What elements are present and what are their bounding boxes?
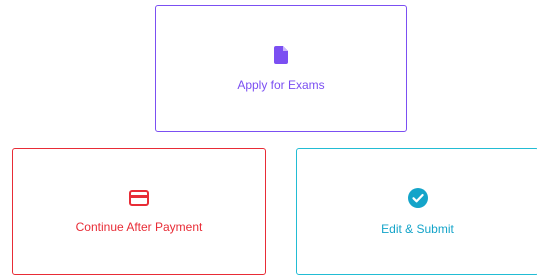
check-circle-icon bbox=[407, 187, 428, 208]
edit-and-submit-card[interactable]: Edit & Submit bbox=[296, 148, 537, 275]
exam-options-panel: Apply for Exams Continue After Payment E… bbox=[0, 0, 537, 277]
document-icon bbox=[274, 45, 288, 64]
apply-for-exams-card[interactable]: Apply for Exams bbox=[155, 5, 407, 132]
continue-after-payment-card[interactable]: Continue After Payment bbox=[12, 148, 266, 275]
continue-after-payment-label: Continue After Payment bbox=[75, 219, 203, 234]
apply-for-exams-label: Apply for Exams bbox=[237, 77, 325, 92]
edit-and-submit-label: Edit & Submit bbox=[381, 221, 454, 236]
credit-card-icon bbox=[129, 189, 149, 206]
